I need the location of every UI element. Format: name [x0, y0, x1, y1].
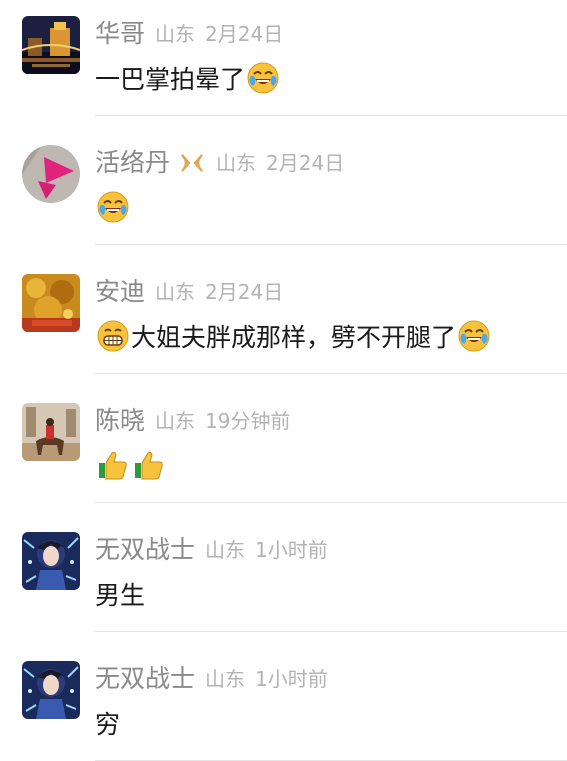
timestamp: 2月24日 [205, 280, 284, 304]
thumbs-up-emoji [96, 448, 130, 482]
comment-item[interactable]: 安迪 山东 2月24日 大姐夫胖成那样，劈不开腿了 [0, 258, 567, 387]
comment-content: 大姐夫胖成那样，劈不开腿了 [95, 316, 492, 356]
divider [95, 631, 567, 632]
timestamp: 2月24日 [266, 151, 345, 175]
user-name[interactable]: 无双战士 [95, 533, 195, 567]
comment-content: 一巴掌拍晕了 [95, 58, 281, 98]
comment-text: 男生 [95, 581, 146, 610]
region-label: 山东 [216, 151, 257, 175]
user-name[interactable]: 活络丹 [95, 146, 170, 180]
timestamp: 1小时前 [255, 667, 328, 691]
comment-item[interactable]: 陈晓 山东 19分钟前 [0, 387, 567, 516]
divider [95, 244, 567, 245]
region-label: 山东 [155, 280, 196, 304]
avatar[interactable] [22, 532, 80, 590]
grinning-emoji [96, 319, 130, 353]
laughing-crying-emoji [457, 319, 491, 353]
comment-content [95, 445, 167, 485]
comment-content: 穷 [95, 703, 120, 743]
comment-text: 一巴掌拍晕了 [95, 65, 246, 94]
divider [95, 373, 567, 374]
timestamp: 2月24日 [205, 22, 284, 46]
avatar[interactable] [22, 16, 80, 74]
region-label: 山东 [155, 22, 196, 46]
user-name[interactable]: 安迪 [95, 275, 145, 309]
comment-text: 大姐夫胖成那样，劈不开腿了 [131, 323, 457, 352]
timestamp: 1小时前 [255, 538, 328, 562]
divider [95, 115, 567, 116]
laughing-crying-emoji [246, 61, 280, 95]
region-label: 山东 [155, 409, 196, 433]
laughing-crying-emoji [96, 190, 130, 224]
comment-list: 华哥 山东 2月24日 一巴掌拍晕了 活络丹 山东 2月24日 安迪 山东 2月… [0, 0, 567, 761]
avatar[interactable] [22, 661, 80, 719]
region-label: 山东 [205, 667, 246, 691]
region-label: 山东 [205, 538, 246, 562]
comment-item[interactable]: 无双战士 山东 1小时前 穷 [0, 645, 567, 761]
comment-item[interactable]: 华哥 山东 2月24日 一巴掌拍晕了 [0, 0, 567, 129]
divider [95, 502, 567, 503]
ribbon-badge-icon [178, 152, 206, 174]
avatar[interactable] [22, 145, 80, 203]
comment-item[interactable]: 无双战士 山东 1小时前 男生 [0, 516, 567, 645]
user-name[interactable]: 华哥 [95, 17, 145, 51]
thumbs-up-emoji [132, 448, 166, 482]
comment-item[interactable]: 活络丹 山东 2月24日 [0, 129, 567, 258]
comment-text: 穷 [95, 710, 121, 739]
comment-content: 男生 [95, 574, 145, 614]
avatar[interactable] [22, 274, 80, 332]
user-name[interactable]: 无双战士 [95, 662, 195, 696]
timestamp: 19分钟前 [205, 409, 291, 433]
user-name[interactable]: 陈晓 [95, 404, 145, 438]
comment-content [95, 187, 131, 227]
avatar[interactable] [22, 403, 80, 461]
